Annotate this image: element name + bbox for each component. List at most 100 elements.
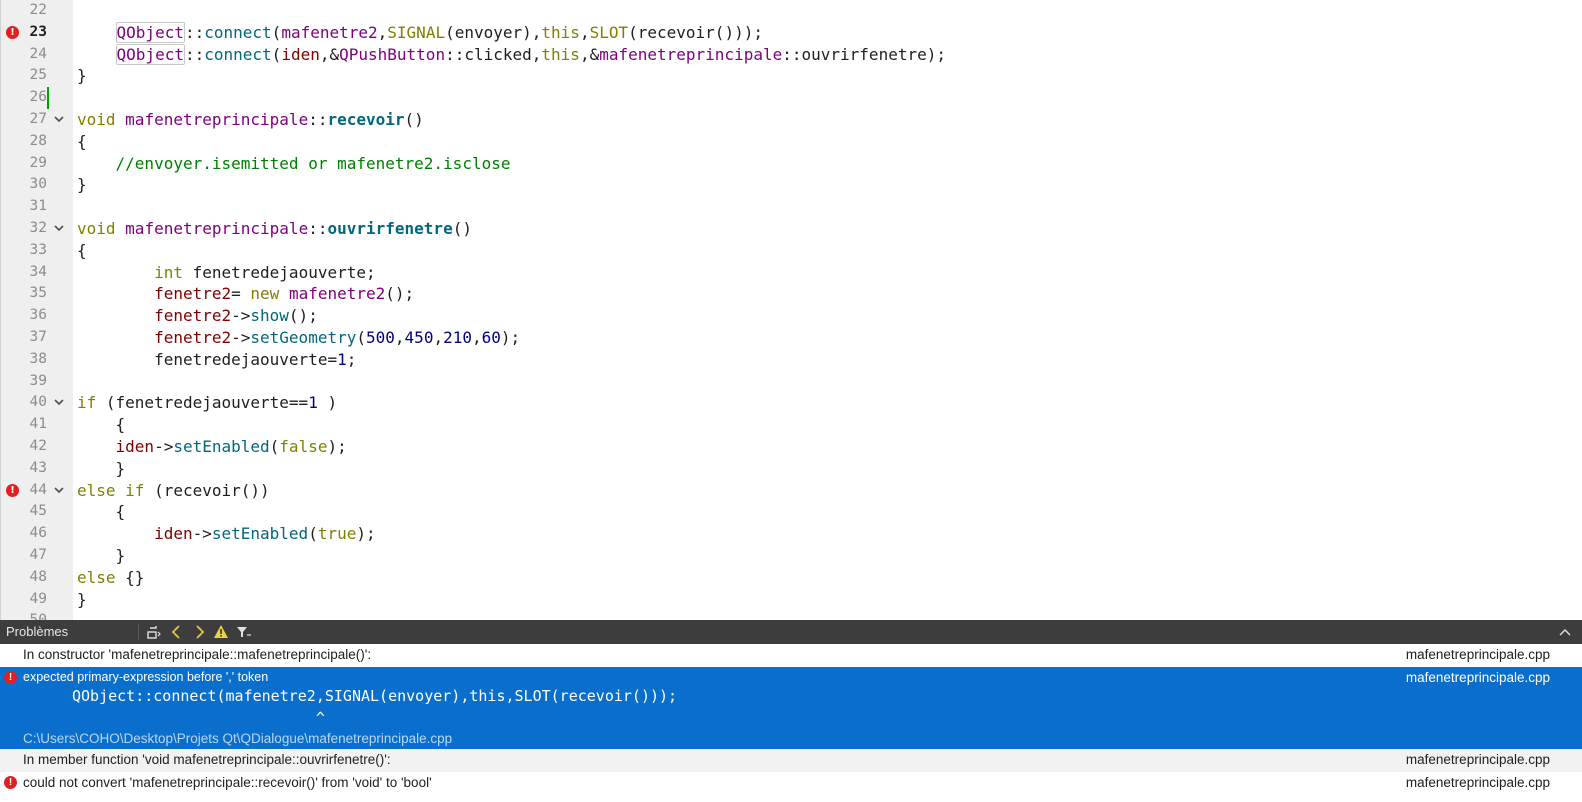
line-number: 34	[29, 263, 47, 280]
code-text[interactable]: {	[77, 131, 87, 153]
line-number: 36	[29, 307, 47, 324]
code-line[interactable]: 25}	[1, 65, 1582, 87]
line-number: 50	[15, 610, 47, 620]
code-line[interactable]: 26	[1, 87, 1582, 109]
code-text[interactable]: {	[77, 414, 126, 436]
code-line[interactable]: 36 fenetre2->show();	[1, 305, 1582, 327]
code-text[interactable]: }	[77, 65, 87, 87]
code-line[interactable]: 43 }	[1, 458, 1582, 480]
code-line[interactable]: 27 void mafenetreprincipale::recevoir()	[1, 109, 1582, 131]
code-line[interactable]: 34 int fenetredejaouverte;	[1, 262, 1582, 284]
problem-row-selected[interactable]: ! expected primary-expression before ','…	[0, 667, 1582, 749]
warning-filter-icon[interactable]	[212, 623, 230, 641]
build-issues-icon[interactable]	[145, 623, 163, 641]
code-text[interactable]: }	[77, 589, 87, 611]
code-text[interactable]: void mafenetreprincipale::recevoir()	[77, 109, 424, 131]
problem-message: expected primary-expression before ',' t…	[23, 670, 269, 684]
code-line[interactable]: 32 void mafenetreprincipale::ouvrirfenetr…	[1, 218, 1582, 240]
filter-icon[interactable]	[235, 623, 253, 641]
code-text[interactable]: fenetre2->setGeometry(500,450,210,60);	[77, 327, 520, 349]
line-number: 49	[29, 590, 47, 607]
line-number: 29	[29, 154, 47, 171]
code-line[interactable]: 23! QObject::connect(mafenetre2,SIGNAL(e…	[1, 21, 1582, 44]
error-icon: !	[6, 483, 19, 497]
code-line[interactable]: 22	[1, 0, 1582, 22]
code-text[interactable]: }	[77, 174, 87, 196]
problem-file[interactable]: mafenetreprincipale.cpp	[1406, 670, 1550, 685]
code-text[interactable]: int fenetredejaouverte;	[77, 262, 376, 284]
code-text[interactable]: iden->setEnabled(true);	[77, 523, 376, 545]
line-number: 45	[29, 503, 47, 520]
code-text[interactable]: void mafenetreprincipale::ouvrirfenetre(…	[77, 218, 472, 240]
code-text[interactable]: //envoyer.isemitted or mafenetre2.isclos…	[77, 153, 511, 175]
code-editor[interactable]: 2223! QObject::connect(mafenetre2,SIGNAL…	[0, 0, 1582, 620]
code-line[interactable]: 39	[1, 371, 1582, 393]
problem-row[interactable]: In member function 'void mafenetreprinci…	[0, 749, 1582, 772]
code-text[interactable]: fenetre2= new mafenetre2();	[77, 283, 414, 305]
prev-arrow-icon[interactable]	[168, 623, 186, 641]
error-icon: !	[6, 25, 19, 39]
code-text[interactable]: else {}	[77, 567, 144, 589]
line-number: 24	[29, 45, 47, 62]
code-text[interactable]: else if (recevoir())	[77, 480, 270, 502]
code-text[interactable]: iden->setEnabled(false);	[77, 436, 347, 458]
fold-chevron-icon[interactable]	[52, 483, 66, 497]
code-line[interactable]: 40 if (fenetredejaouverte==1 )	[1, 392, 1582, 414]
code-line[interactable]: 33 {	[1, 240, 1582, 262]
problem-row[interactable]: In constructor 'mafenetreprincipale::maf…	[0, 644, 1582, 667]
line-number: 42	[29, 438, 47, 454]
code-line[interactable]: 49}	[1, 589, 1582, 611]
code-line[interactable]: 44! else if (recevoir())	[1, 480, 1582, 502]
code-line[interactable]: 47 }	[1, 545, 1582, 567]
line-number: 40	[29, 394, 47, 411]
code-line[interactable]: 35 fenetre2= new mafenetre2();	[1, 283, 1582, 305]
toolbar-separator	[138, 624, 139, 640]
next-arrow-icon[interactable]	[190, 623, 208, 641]
code-line[interactable]: 48 else {}	[1, 567, 1582, 589]
problems-toolbar: Problèmes	[0, 620, 1582, 644]
line-number: 30	[29, 176, 47, 193]
code-line[interactable]: 45 {	[1, 501, 1582, 523]
line-number: 26	[29, 89, 47, 106]
code-line[interactable]: 31	[1, 196, 1582, 218]
line-number: 37	[29, 329, 47, 345]
line-number: 27	[29, 111, 47, 127]
code-text[interactable]: {	[77, 240, 87, 262]
problem-file[interactable]: mafenetreprincipale.cpp	[1406, 752, 1550, 767]
code-text[interactable]: fenetre2->show();	[77, 305, 318, 327]
problem-code-snippet: QObject::connect(mafenetre2,SIGNAL(envoy…	[72, 687, 678, 705]
problem-file[interactable]: mafenetreprincipale.cpp	[1406, 647, 1550, 662]
problem-file-path[interactable]: C:\Users\COHO\Desktop\Projets Qt\QDialog…	[23, 731, 452, 746]
code-text[interactable]: QObject::connect(mafenetre2,SIGNAL(envoy…	[77, 21, 763, 44]
line-number: 47	[29, 547, 47, 563]
code-line[interactable]: 50	[1, 610, 1582, 620]
error-icon: !	[4, 776, 17, 789]
line-number: 23	[29, 23, 47, 40]
problem-message: could not convert 'mafenetreprincipale::…	[23, 775, 432, 790]
line-number: 22	[29, 2, 47, 18]
code-line[interactable]: 30}	[1, 174, 1582, 196]
problem-file[interactable]: mafenetreprincipale.cpp	[1406, 775, 1550, 790]
fold-chevron-icon[interactable]	[52, 221, 66, 235]
code-line[interactable]: 42 iden->setEnabled(false);	[1, 436, 1582, 458]
code-line[interactable]: 41 {	[1, 414, 1582, 436]
fold-chevron-icon[interactable]	[52, 112, 66, 126]
line-number: 25	[29, 67, 47, 84]
code-line[interactable]: 37 fenetre2->setGeometry(500,450,210,60)…	[1, 327, 1582, 349]
code-text[interactable]: QObject::connect(iden,&QPushButton::clic…	[77, 43, 946, 66]
code-line[interactable]: 46 iden->setEnabled(true);	[1, 523, 1582, 545]
code-text[interactable]: }	[77, 458, 126, 480]
code-line[interactable]: 38 fenetredejaouverte=1;	[1, 349, 1582, 371]
line-number: 35	[29, 285, 47, 302]
code-text[interactable]: }	[77, 545, 126, 567]
fold-chevron-icon[interactable]	[52, 395, 66, 409]
code-line[interactable]: 28 {	[1, 131, 1582, 153]
code-line[interactable]: 29 //envoyer.isemitted or mafenetre2.isc…	[1, 153, 1582, 175]
code-line[interactable]: 24 QObject::connect(iden,&QPushButton::c…	[1, 43, 1582, 66]
code-text[interactable]: fenetredejaouverte=1;	[77, 349, 356, 371]
collapse-panel-icon[interactable]	[1556, 623, 1574, 641]
line-number: 41	[29, 416, 47, 433]
problem-row[interactable]: ! could not convert 'mafenetreprincipale…	[0, 772, 1582, 795]
code-text[interactable]: if (fenetredejaouverte==1 )	[77, 392, 337, 414]
code-text[interactable]: {	[77, 501, 126, 523]
